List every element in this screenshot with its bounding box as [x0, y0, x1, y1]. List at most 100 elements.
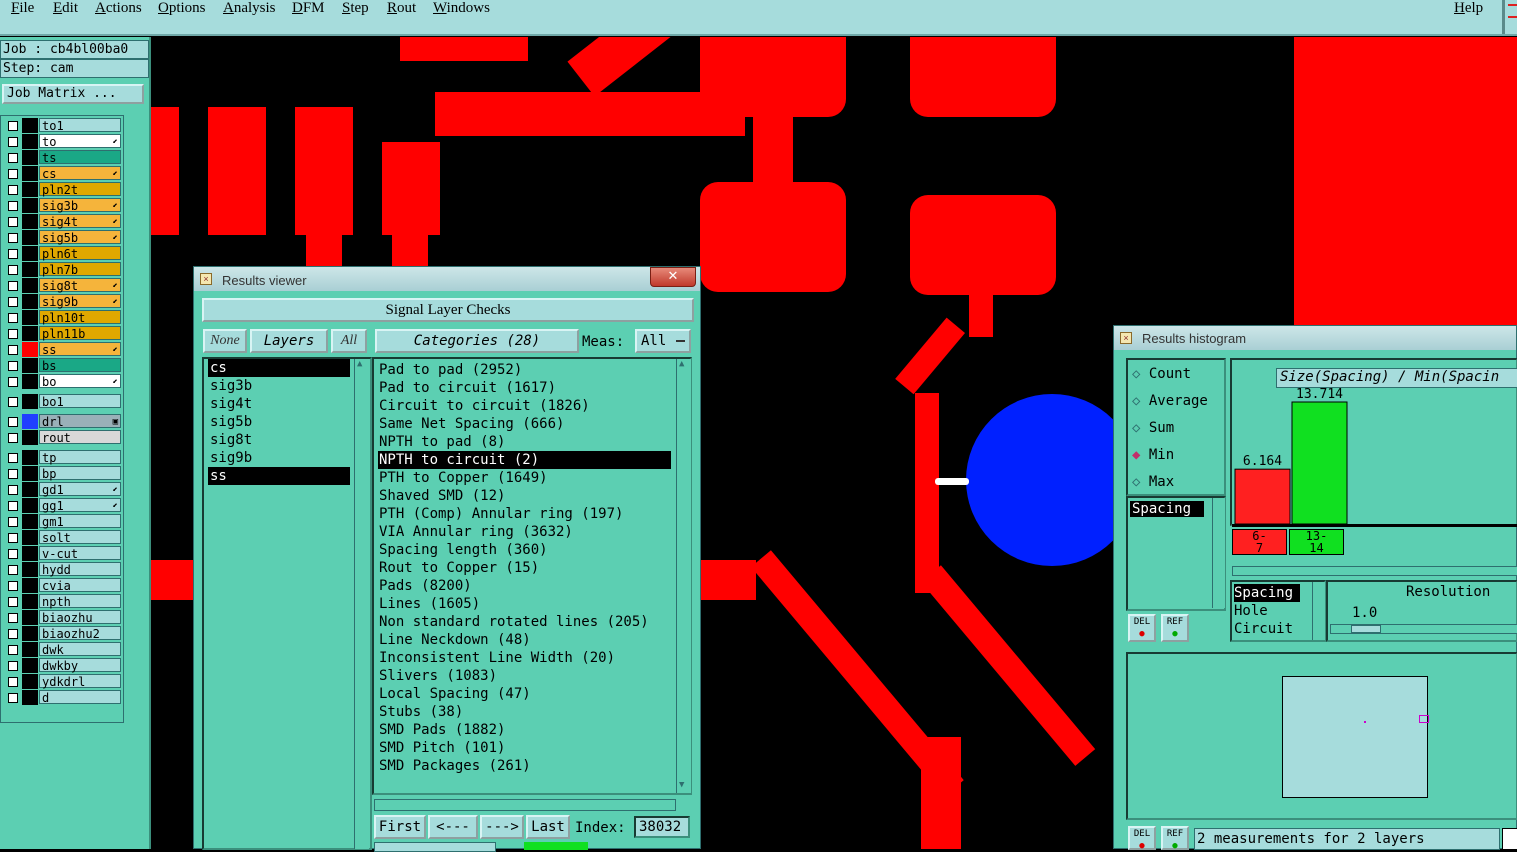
type-item[interactable]: Circuit	[1234, 620, 1300, 638]
layer-row-pln7b[interactable]: pln7b	[3, 262, 121, 277]
layer-name[interactable]: bo1	[39, 394, 121, 409]
layer-checkbox[interactable]	[8, 677, 18, 687]
layer-checkbox[interactable]	[8, 417, 18, 427]
layer-checkbox[interactable]	[8, 629, 18, 639]
layer-row-drl[interactable]: drl ▣	[3, 414, 121, 429]
category-item[interactable]: Slivers (1083)	[378, 667, 671, 685]
layer-result-item[interactable]: ss	[208, 467, 350, 485]
histogram-bar[interactable]	[1291, 401, 1348, 525]
type-item[interactable]: Spacing	[1234, 584, 1300, 602]
menu-actions[interactable]: Actions	[95, 0, 142, 17]
category-item[interactable]: Same Net Spacing (666)	[378, 415, 671, 433]
category-item[interactable]: Pad to pad (2952)	[378, 361, 671, 379]
layer-result-item[interactable]: cs	[208, 359, 350, 377]
layer-checkbox[interactable]	[8, 397, 18, 407]
layer-name[interactable]: hydd	[39, 562, 121, 577]
category-item[interactable]: NPTH to circuit (2)	[378, 451, 671, 469]
layer-checkbox[interactable]	[8, 377, 18, 387]
none-button[interactable]: None	[203, 329, 247, 353]
menu-help[interactable]: Help	[1454, 0, 1483, 17]
layer-name[interactable]: to1	[39, 118, 121, 133]
layer-row-sig9b[interactable]: sig9b ⬋	[3, 294, 121, 309]
signal-layer-checks-header[interactable]: Signal Layer Checks	[202, 298, 694, 322]
layer-row-ydkdrl[interactable]: ydkdrl	[3, 674, 121, 689]
layer-list-scrollbar[interactable]: ▲	[354, 359, 369, 849]
layer-name[interactable]: biaozhu	[39, 610, 121, 625]
layer-checkbox[interactable]	[8, 153, 18, 163]
layer-name[interactable]: ss ⬋	[39, 342, 121, 357]
layer-checkbox[interactable]	[8, 233, 18, 243]
layer-checkbox[interactable]	[8, 121, 18, 131]
layer-name[interactable]: cs ⬋	[39, 166, 121, 181]
layer-result-item[interactable]: sig8t	[208, 431, 350, 449]
category-item[interactable]: Shaved SMD (12)	[378, 487, 671, 505]
layer-row-ts[interactable]: ts	[3, 150, 121, 165]
layer-row-dwk[interactable]: dwk	[3, 642, 121, 657]
layer-result-item[interactable]: sig5b	[208, 413, 350, 431]
close-button[interactable]: ✕	[650, 267, 696, 287]
layer-row-ss[interactable]: ss ⬋	[3, 342, 121, 357]
layer-name[interactable]: pln2t	[39, 182, 121, 197]
layer-name[interactable]: dwk	[39, 642, 121, 657]
layer-checkbox[interactable]	[8, 517, 18, 527]
layer-name[interactable]: ts	[39, 150, 121, 165]
chart-hscrollbar[interactable]	[1232, 566, 1517, 576]
corner-widget[interactable]	[1502, 828, 1517, 850]
category-item[interactable]: SMD Pads (1882)	[378, 721, 671, 739]
next-button[interactable]: --->	[480, 815, 524, 839]
category-item[interactable]: SMD Packages (261)	[378, 757, 671, 775]
layer-name[interactable]: sig8t ⬋	[39, 278, 121, 293]
window-control-icon[interactable]	[1508, 4, 1517, 18]
layer-checkbox[interactable]	[8, 361, 18, 371]
layer-checkbox[interactable]	[8, 549, 18, 559]
layer-name[interactable]: d	[39, 690, 121, 705]
layer-name[interactable]: rout	[39, 430, 121, 445]
layer-name[interactable]: pln10t	[39, 310, 121, 325]
mode-radio-min[interactable]: ◆ Min	[1132, 447, 1174, 463]
category-item[interactable]: NPTH to pad (8)	[378, 433, 671, 451]
category-item[interactable]: Rout to Copper (15)	[378, 559, 671, 577]
layer-name[interactable]: npth	[39, 594, 121, 609]
layer-checkbox[interactable]	[8, 297, 18, 307]
measure-item-spacing[interactable]: Spacing	[1130, 501, 1204, 517]
layer-row-pln11b[interactable]: pln11b	[3, 326, 121, 341]
layer-name[interactable]: sig3b ⬋	[39, 198, 121, 213]
bin-label[interactable]: 6- 7	[1232, 529, 1287, 555]
layer-result-item[interactable]: sig9b	[208, 449, 350, 467]
layer-row-npth[interactable]: npth	[3, 594, 121, 609]
category-item[interactable]: Circuit to circuit (1826)	[378, 397, 671, 415]
layer-row-sig3b[interactable]: sig3b ⬋	[3, 198, 121, 213]
action-button[interactable]	[374, 842, 496, 852]
slider-thumb[interactable]	[1351, 625, 1381, 633]
menu-analysis[interactable]: Analysis	[223, 0, 276, 17]
mode-radio-sum[interactable]: ◇ Sum	[1132, 420, 1174, 436]
layer-checkbox[interactable]	[8, 469, 18, 479]
layer-row-tp[interactable]: tp	[3, 450, 121, 465]
del-button-2[interactable]: DEL ●	[1128, 826, 1156, 851]
layer-row-pln2t[interactable]: pln2t	[3, 182, 121, 197]
category-item[interactable]: SMD Pitch (101)	[378, 739, 671, 757]
layer-name[interactable]: bp	[39, 466, 121, 481]
layer-checkbox[interactable]	[8, 433, 18, 443]
layer-name[interactable]: pln6t	[39, 246, 121, 261]
job-matrix-button[interactable]: Job Matrix ...	[2, 84, 144, 104]
layer-name[interactable]: cvia	[39, 578, 121, 593]
layer-row-pln10t[interactable]: pln10t	[3, 310, 121, 325]
resolution-slider[interactable]	[1330, 624, 1517, 634]
menu-step[interactable]: Step	[342, 0, 369, 17]
layer-row-gm1[interactable]: gm1	[3, 514, 121, 529]
layer-name[interactable]: sig4t ⬋	[39, 214, 121, 229]
layer-checkbox[interactable]	[8, 345, 18, 355]
layer-result-item[interactable]: sig3b	[208, 377, 350, 395]
layer-row-biaozhu2[interactable]: biaozhu2	[3, 626, 121, 641]
layer-row-to1[interactable]: to1	[3, 118, 121, 133]
mode-radio-max[interactable]: ◇ Max	[1132, 474, 1174, 490]
layer-checkbox[interactable]	[8, 645, 18, 655]
layer-row-v-cut[interactable]: v-cut	[3, 546, 121, 561]
layer-result-item[interactable]: sig4t	[208, 395, 350, 413]
type-scrollbar[interactable]	[1312, 582, 1325, 640]
layer-name[interactable]: ydkdrl	[39, 674, 121, 689]
scroll-up-icon[interactable]: ▲	[357, 359, 362, 369]
layer-checkbox[interactable]	[8, 281, 18, 291]
layer-checkbox[interactable]	[8, 565, 18, 575]
